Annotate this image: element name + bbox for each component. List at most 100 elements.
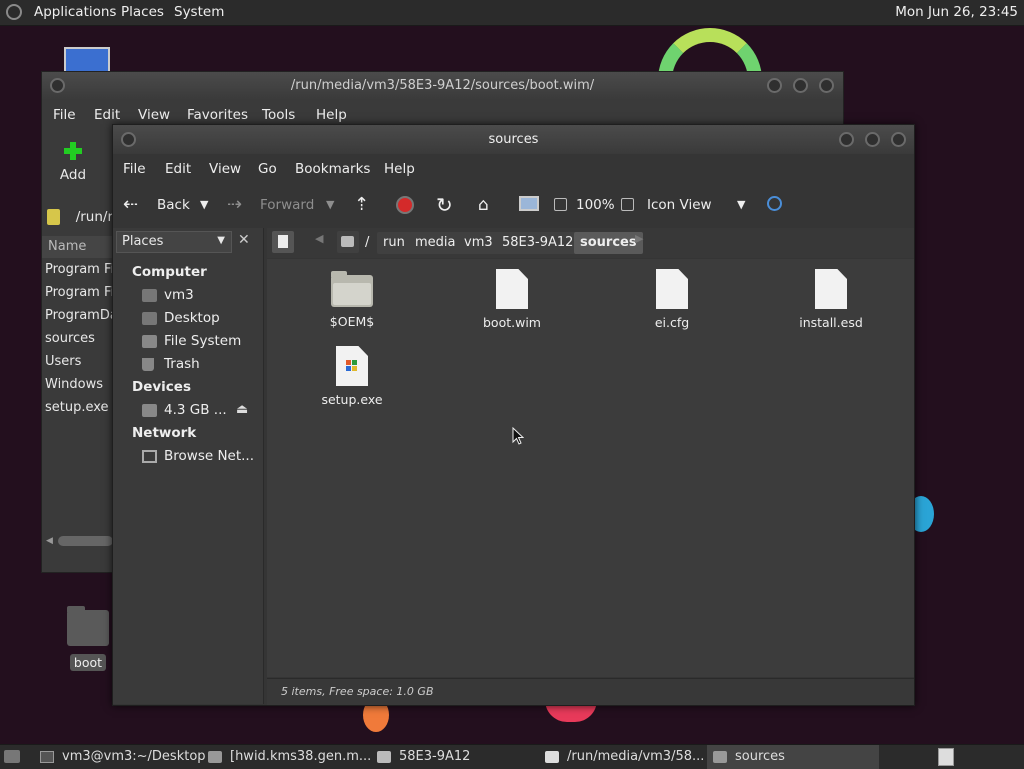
file-item-install-esd[interactable]: install.esd — [771, 269, 891, 330]
file-manager-maximize-button[interactable] — [865, 132, 880, 147]
back-button[interactable]: Back — [157, 185, 190, 225]
archive-file-row[interactable]: sources — [45, 331, 95, 346]
menu-bookmarks[interactable]: Bookmarks — [295, 161, 370, 177]
file-item-ei-cfg[interactable]: ei.cfg — [612, 269, 732, 330]
file-item-boot-wim[interactable]: boot.wim — [452, 269, 572, 330]
breadcrumb-vm3[interactable]: vm3 — [458, 232, 499, 254]
sidebar-item-trash[interactable]: Trash — [142, 354, 200, 374]
menu-help[interactable]: Help — [384, 161, 415, 177]
edit-location-icon[interactable] — [272, 231, 294, 253]
archive-file-row[interactable]: Program Fi — [45, 285, 114, 300]
back-history-dropdown-icon[interactable]: ▼ — [200, 185, 208, 225]
task-sources[interactable]: sources — [707, 745, 879, 769]
archive-titlebar[interactable]: /run/media/vm3/58E3-9A12/sources/boot.wi… — [42, 72, 843, 100]
breadcrumb-media[interactable]: media — [409, 232, 462, 254]
archive-horizontal-scrollbar[interactable]: ◀ — [46, 534, 113, 548]
search-icon[interactable] — [767, 196, 782, 211]
archive-column-header[interactable]: Name — [42, 236, 113, 258]
zoom-in-icon[interactable] — [621, 198, 634, 211]
home-folder-icon — [142, 288, 157, 302]
clock[interactable]: Mon Jun 26, 23:45 — [895, 4, 1018, 20]
archive-close-button[interactable] — [819, 78, 834, 93]
file-manager-close-button[interactable] — [891, 132, 906, 147]
notes-applet-icon[interactable] — [938, 748, 954, 766]
archive-path-bar[interactable]: /run/r — [42, 204, 113, 230]
task-volume[interactable]: 58E3-9A12 — [377, 745, 470, 769]
computer-icon[interactable] — [519, 196, 539, 211]
breadcrumb-volume[interactable]: 58E3-9A12 — [496, 232, 580, 254]
forward-history-dropdown-icon[interactable]: ▼ — [326, 185, 334, 225]
icon-view[interactable]: $OEM$ boot.wim ei.cfg install.esd setup.… — [267, 259, 914, 677]
task-folder-hwid[interactable]: [hwid.kms38.gen.m... — [208, 745, 371, 769]
sidebar-item-desktop[interactable]: Desktop — [142, 308, 220, 328]
archive-maximize-button[interactable] — [793, 78, 808, 93]
desktop-monitor-icon[interactable] — [64, 47, 110, 73]
archive-minimize-button[interactable] — [767, 78, 782, 93]
archive-menu-edit[interactable]: Edit — [94, 107, 120, 123]
archive-add-button[interactable]: Add — [42, 134, 104, 196]
show-desktop-icon[interactable] — [4, 750, 20, 763]
task-terminal[interactable]: vm3@vm3:~/Desktop — [40, 745, 206, 769]
breadcrumb-scroll-left-icon[interactable]: ◀ — [315, 232, 323, 245]
sidebar-item-vm3[interactable]: vm3 — [142, 285, 194, 305]
menu-view[interactable]: View — [209, 161, 241, 177]
file-manager-menubar: File Edit View Go Bookmarks Help — [113, 155, 914, 183]
eject-icon[interactable]: ⏏ — [236, 402, 248, 417]
mouse-cursor-icon — [512, 427, 524, 445]
sidebar-item-volume[interactable]: 4.3 GB ... — [142, 400, 227, 420]
view-mode-select[interactable]: Icon View — [647, 185, 712, 225]
sidebar-header[interactable]: Places ▼ — [116, 231, 232, 253]
view-mode-dropdown-icon[interactable]: ▼ — [737, 185, 745, 225]
file-item-setup-exe[interactable]: setup.exe — [292, 346, 412, 407]
archive-file-row[interactable]: ProgramDa — [45, 308, 118, 323]
breadcrumb-run[interactable]: run — [377, 232, 411, 254]
sidebar-close-icon[interactable]: ✕ — [238, 232, 250, 248]
desktop-folder-boot[interactable]: boot — [64, 606, 112, 671]
back-arrow-icon[interactable]: ⇠ — [123, 185, 138, 225]
location-bar: ◀ / run media vm3 58E3-9A12 sources ▶ — [267, 228, 914, 258]
archive-file-row[interactable]: Windows — [45, 377, 103, 392]
archive-menu-help[interactable]: Help — [316, 107, 347, 123]
breadcrumb-drive-icon[interactable] — [337, 231, 359, 253]
archive-menu-tools[interactable]: Tools — [262, 107, 295, 123]
folder-icon — [208, 751, 222, 763]
file-manager-window-button[interactable] — [121, 132, 136, 147]
breadcrumb-root[interactable]: / — [359, 232, 375, 254]
zoom-level[interactable]: 100% — [576, 185, 615, 225]
breadcrumb: / run media vm3 58E3-9A12 sources — [359, 232, 819, 254]
up-arrow-icon[interactable]: ⇡ — [354, 185, 369, 225]
menu-applications[interactable]: Applications — [34, 4, 116, 20]
sidebar-item-file-system[interactable]: File System — [142, 331, 241, 351]
menu-edit[interactable]: Edit — [165, 161, 191, 177]
taskbar: vm3@vm3:~/Desktop [hwid.kms38.gen.m... 5… — [0, 744, 1024, 769]
file-item-oem-folder[interactable]: $OEM$ — [292, 269, 412, 329]
archive-file-row[interactable]: setup.exe — [45, 400, 109, 415]
breadcrumb-scroll-right-icon[interactable]: ▶ — [635, 232, 643, 245]
breadcrumb-sources[interactable]: sources — [574, 232, 643, 254]
menu-file[interactable]: File — [123, 161, 146, 177]
archive-file-row[interactable]: Program Fi — [45, 262, 114, 277]
task-archive-manager[interactable]: /run/media/vm3/58... — [545, 745, 704, 769]
reload-icon[interactable]: ↻ — [436, 185, 453, 225]
archive-column-name: Name — [48, 239, 87, 254]
file-manager-titlebar[interactable]: sources — [113, 125, 914, 154]
archive-menu-favorites[interactable]: Favorites — [187, 107, 248, 123]
menu-places[interactable]: Places — [121, 4, 164, 20]
archive-window-button[interactable] — [50, 78, 65, 93]
menu-go[interactable]: Go — [258, 161, 277, 177]
menu-system[interactable]: System — [174, 4, 224, 20]
archive-file-row[interactable]: Users — [45, 354, 81, 369]
stop-icon[interactable] — [396, 196, 414, 214]
home-icon[interactable]: ⌂ — [478, 185, 489, 225]
archive-menu-file[interactable]: File — [53, 107, 76, 123]
zoom-out-icon[interactable] — [554, 198, 567, 211]
folder-icon — [713, 751, 727, 763]
forward-arrow-icon[interactable]: ⇢ — [227, 185, 242, 225]
file-manager-minimize-button[interactable] — [839, 132, 854, 147]
trash-icon — [142, 357, 154, 371]
forward-button[interactable]: Forward — [260, 185, 314, 225]
archive-menu-view[interactable]: View — [138, 107, 170, 123]
folder-icon — [331, 271, 373, 307]
app-launcher-icon[interactable] — [6, 4, 22, 20]
sidebar-item-browse-network[interactable]: Browse Net... — [142, 446, 254, 466]
